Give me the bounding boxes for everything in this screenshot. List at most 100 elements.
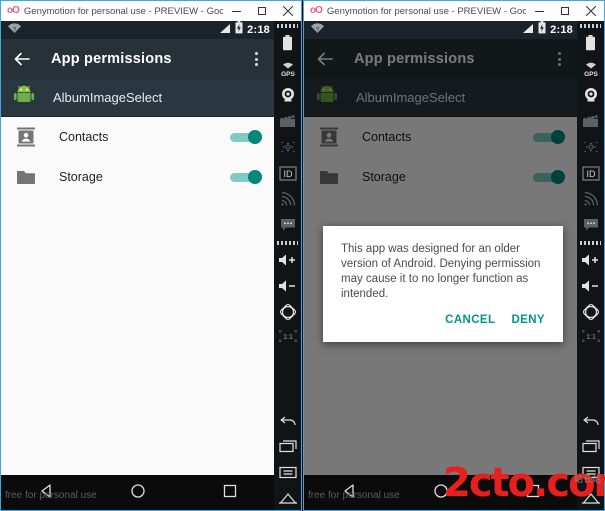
genymotion-toolbar: GPS ID 1:1 <box>274 21 301 510</box>
toolbar-drag-handle-top[interactable] <box>580 24 601 28</box>
id-icon[interactable]: ID <box>274 160 301 186</box>
rotate-icon[interactable] <box>577 299 604 325</box>
genymotion-toolbar: GPS ID 1:1 <box>577 21 604 510</box>
title-bar: oO Genymotion for personal use - PREVIEW… <box>1 1 301 21</box>
android-robot-icon <box>13 84 35 111</box>
volume-down-icon[interactable] <box>274 273 301 299</box>
status-time: 2:18 <box>550 24 573 36</box>
close-button[interactable] <box>578 1 604 21</box>
device-screen: ? 2:18 <box>1 21 276 510</box>
deny-button[interactable]: DENY <box>511 314 545 326</box>
permission-label: Contacts <box>59 130 109 144</box>
rotate-icon[interactable] <box>274 299 301 325</box>
battery-charging-icon <box>538 21 546 39</box>
recents-icon[interactable] <box>274 433 301 459</box>
svg-text:ID: ID <box>586 169 596 179</box>
volume-up-icon[interactable] <box>274 247 301 273</box>
window-controls <box>526 1 604 21</box>
pixel-icon[interactable]: 1:1 <box>577 325 604 347</box>
id-icon[interactable]: ID <box>577 160 604 186</box>
toolbar-drag-handle-mid[interactable] <box>580 241 601 245</box>
status-right: 2:18 <box>522 21 573 39</box>
status-time: 2:18 <box>247 24 270 36</box>
toolbar-drag-handle-top[interactable] <box>277 24 298 28</box>
nav-back-icon[interactable] <box>342 483 358 504</box>
app-header: AlbumImageSelect <box>1 79 276 117</box>
svg-text:1:1: 1:1 <box>283 334 293 341</box>
battery-icon[interactable] <box>274 30 301 56</box>
dialog-actions: CANCEL DENY <box>341 302 545 334</box>
signal-icon <box>522 21 534 39</box>
back-arrow-icon[interactable] <box>13 50 31 68</box>
app-name: AlbumImageSelect <box>53 90 163 105</box>
screen-root: oO Genymotion for personal use - PREVIEW… <box>0 0 605 511</box>
folder-icon <box>15 166 37 188</box>
permission-row-storage[interactable]: Storage <box>1 157 276 197</box>
nav-home-icon[interactable] <box>433 483 449 504</box>
close-button[interactable] <box>275 1 301 21</box>
permission-row-contacts[interactable]: Contacts <box>1 117 276 157</box>
navigation-bar <box>304 475 579 510</box>
pixel-icon[interactable]: 1:1 <box>274 325 301 347</box>
home-icon[interactable] <box>274 485 301 510</box>
app-bar: App permissions <box>1 39 276 79</box>
minimize-button[interactable] <box>223 1 249 21</box>
window-title: Genymotion for personal use - PREVIEW - … <box>326 5 526 17</box>
sms-icon[interactable] <box>577 212 604 238</box>
battery-icon[interactable] <box>577 30 604 56</box>
status-bar: ? 2:18 <box>304 21 579 39</box>
minimize-button[interactable] <box>526 1 552 21</box>
network-icon[interactable] <box>577 186 604 212</box>
nav-back-icon[interactable] <box>39 483 55 504</box>
back-icon[interactable] <box>577 407 604 433</box>
title-bar: oO Genymotion for personal use - PREVIEW… <box>304 1 604 21</box>
back-icon[interactable] <box>274 407 301 433</box>
home-icon[interactable] <box>577 485 604 510</box>
menu-icon[interactable] <box>274 459 301 485</box>
network-icon[interactable] <box>274 186 301 212</box>
camera-icon[interactable] <box>274 82 301 108</box>
contacts-icon <box>15 126 37 148</box>
nav-recents-icon[interactable] <box>525 483 541 504</box>
video-icon[interactable] <box>577 108 604 134</box>
window-controls <box>223 1 301 21</box>
cancel-button[interactable]: CANCEL <box>445 314 495 326</box>
nav-recents-icon[interactable] <box>222 483 238 504</box>
page-title: App permissions <box>51 51 172 67</box>
video-icon[interactable] <box>274 108 301 134</box>
camera-icon[interactable] <box>577 82 604 108</box>
window-title: Genymotion for personal use - PREVIEW - … <box>23 5 223 17</box>
permission-dialog: This app was designed for an older versi… <box>323 226 563 342</box>
genymotion-window-right: oO Genymotion for personal use - PREVIEW… <box>303 0 605 511</box>
gps-icon[interactable]: GPS <box>577 56 604 82</box>
wifi-question-icon: ? <box>310 21 325 39</box>
maximize-button[interactable] <box>249 1 275 21</box>
gps-icon[interactable]: GPS <box>274 56 301 82</box>
sms-icon[interactable] <box>274 212 301 238</box>
permission-toggle-contacts[interactable] <box>230 130 262 144</box>
device-screen: ? 2:18 <box>304 21 579 510</box>
status-left: ? <box>7 21 219 39</box>
genymotion-logo-icon: oO <box>310 5 323 16</box>
genymotion-window-left: oO Genymotion for personal use - PREVIEW… <box>0 0 302 511</box>
menu-icon[interactable] <box>577 459 604 485</box>
battery-charging-icon <box>235 21 243 39</box>
permission-toggle-storage[interactable] <box>230 170 262 184</box>
svg-text:ID: ID <box>283 169 293 179</box>
svg-text:GPS: GPS <box>584 71 598 78</box>
volume-up-icon[interactable] <box>577 247 604 273</box>
volume-down-icon[interactable] <box>577 273 604 299</box>
status-left: ? <box>310 21 522 39</box>
joystick-icon[interactable] <box>577 134 604 160</box>
toolbar-drag-handle-mid[interactable] <box>277 241 298 245</box>
overflow-menu-icon[interactable] <box>248 50 264 68</box>
maximize-button[interactable] <box>552 1 578 21</box>
permission-label: Storage <box>59 170 103 184</box>
joystick-icon[interactable] <box>274 134 301 160</box>
wifi-question-icon: ? <box>7 21 22 39</box>
nav-home-icon[interactable] <box>130 483 146 504</box>
signal-icon <box>219 21 231 39</box>
status-right: 2:18 <box>219 21 270 39</box>
recents-icon[interactable] <box>577 433 604 459</box>
dialog-message: This app was designed for an older versi… <box>341 243 541 300</box>
